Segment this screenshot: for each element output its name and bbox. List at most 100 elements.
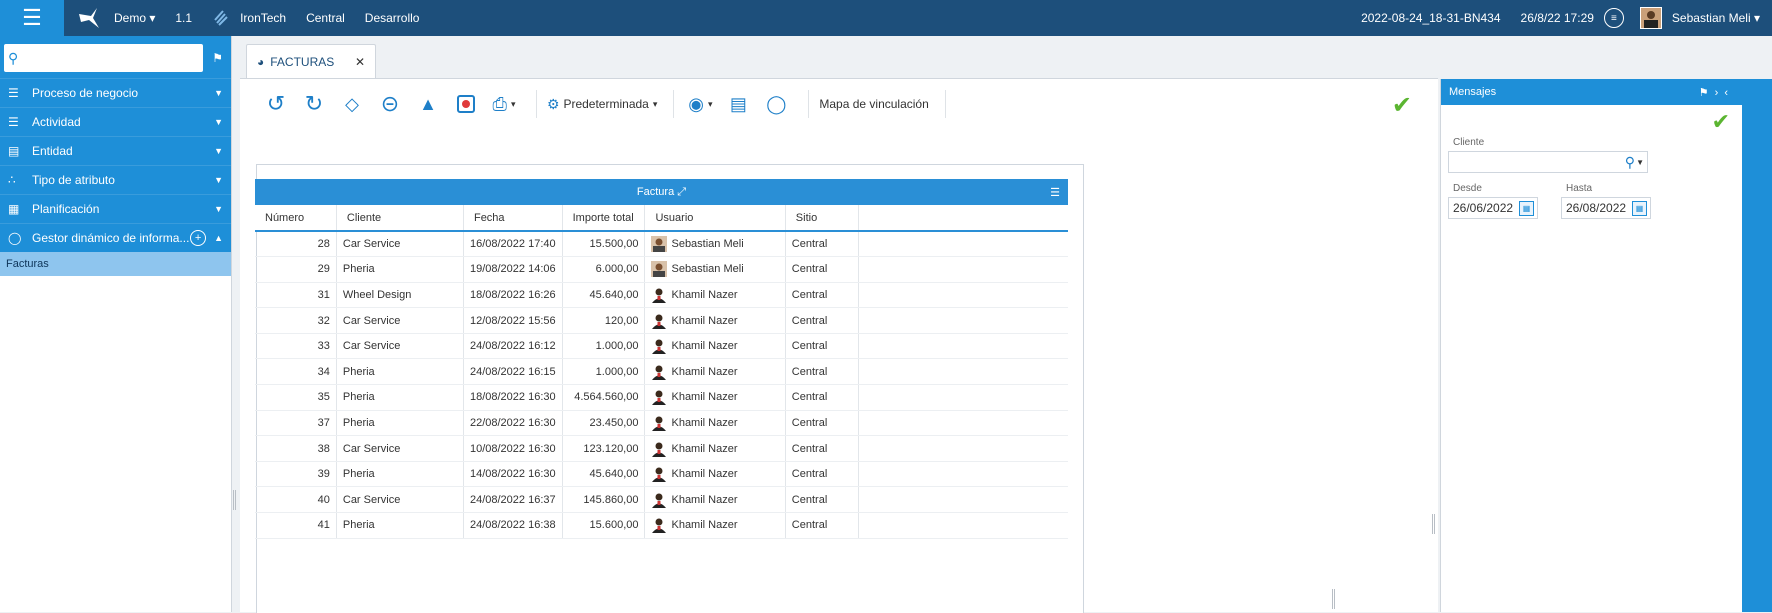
cell-cliente: Car Service — [336, 307, 464, 334]
cell-numero: 28 — [255, 231, 337, 258]
calendar-icon[interactable]: ▦ — [1519, 201, 1534, 216]
datetime-label: 26/8/22 17:29 — [1520, 11, 1594, 25]
chevron-up-icon: ▲ — [214, 233, 223, 243]
check-icon[interactable]: ✔ — [1712, 109, 1730, 135]
sidebar-subitem-facturas[interactable]: Facturas — [0, 252, 231, 276]
map-button[interactable]: Mapa de vinculación — [819, 88, 928, 120]
table-row[interactable]: 31 Wheel Design 18/08/2022 16:26 45.640,00 K… — [255, 282, 1068, 309]
table-row[interactable]: 33 Car Service 24/08/2022 16:12 1.000,00 Kha… — [255, 333, 1068, 360]
factura-table: Número Cliente Fecha Importe total Usuar… — [255, 205, 1068, 539]
col-usuario[interactable]: Usuario — [644, 205, 786, 232]
tab-label: FACTURAS — [270, 54, 335, 69]
cliente-field[interactable]: ⚲ ▼ — [1448, 151, 1648, 173]
user-avatar-icon — [651, 466, 667, 483]
design-button[interactable]: ▲ — [412, 88, 444, 120]
user-avatar-icon — [651, 492, 667, 508]
view-selector[interactable]: ⚙ Predeterminada ▾ — [547, 88, 657, 120]
col-cliente[interactable]: Cliente — [336, 205, 464, 232]
search-input[interactable]: ⚲ — [4, 44, 203, 72]
cell-numero: 29 — [255, 256, 337, 283]
build-label: 2022-08-24_18-31-BN434 — [1361, 11, 1501, 25]
eraser-button[interactable]: ◇ — [336, 88, 368, 120]
table-row[interactable]: 40 Car Service 24/08/2022 16:37 145.860,00 K… — [255, 486, 1068, 514]
table-row[interactable]: 41 Pheria 24/08/2022 16:38 15.600,00 Khamil … — [255, 512, 1068, 539]
add-icon[interactable]: + — [190, 230, 207, 246]
table-row[interactable]: 28 Car Service 16/08/2022 17:40 15.500,00 Se… — [255, 231, 1068, 258]
print-button[interactable]: ⎙ ▾ — [488, 88, 520, 120]
col-numero[interactable]: Número — [255, 205, 337, 232]
record-button[interactable] — [450, 88, 482, 120]
usuario-name: Khamil Nazer — [671, 519, 738, 532]
close-icon[interactable]: ✕ — [355, 55, 365, 69]
cell-numero: 37 — [255, 410, 337, 437]
sidebar-splitter[interactable] — [233, 490, 236, 510]
sidebar-item-actividad[interactable]: ☰ Actividad ▼ — [0, 107, 231, 136]
redo-button[interactable]: ↻ — [298, 88, 330, 120]
cell-numero: 40 — [255, 486, 337, 514]
filter-icon[interactable]: ☰ — [1050, 186, 1060, 199]
expand-icon[interactable]: ⤢ — [677, 186, 686, 199]
undo-button[interactable]: ↺ — [260, 88, 292, 120]
table-row[interactable]: 37 Pheria 22/08/2022 16:30 23.450,00 Khamil … — [255, 410, 1068, 437]
site-label[interactable]: Central — [306, 11, 345, 25]
user-menu[interactable]: Sebastian Meli ▾ — [1672, 11, 1760, 25]
col-importe[interactable]: Importe total — [562, 205, 646, 232]
table-row[interactable]: 32 Car Service 12/08/2022 15:56 120,00 Khami… — [255, 307, 1068, 334]
hasta-value: 26/08/2022 — [1566, 201, 1627, 215]
calendar-icon[interactable]: ▦ — [1632, 201, 1647, 216]
cell-sitio: Central — [785, 461, 860, 488]
pin-icon[interactable]: ⚑ — [203, 51, 223, 65]
sidebar-item-label: Proceso de negocio — [32, 86, 139, 100]
table-row[interactable]: 39 Pheria 14/08/2022 16:30 45.640,00 Khamil … — [255, 461, 1068, 488]
logo[interactable] — [64, 6, 114, 30]
user-avatar-icon — [651, 287, 667, 303]
pin-icon[interactable]: ⚑ — [1699, 87, 1715, 99]
chevron-right-icon[interactable]: › — [1715, 87, 1725, 99]
right-edge-bar — [1742, 79, 1772, 612]
sidebar-item-entidad[interactable]: ▤ Entidad ▼ — [0, 136, 231, 165]
remove-button[interactable]: ⊝ — [374, 88, 406, 120]
table-row[interactable]: 29 Pheria 19/08/2022 14:06 6.000,00 Sebastia… — [255, 256, 1068, 283]
content-splitter[interactable] — [1332, 589, 1335, 609]
chevron-down-icon: ▼ — [214, 88, 223, 98]
table-row[interactable]: 35 Pheria 18/08/2022 16:30 4.564.560,00 Kham… — [255, 384, 1068, 411]
chevron-down-icon[interactable]: ▼ — [1636, 158, 1644, 167]
top-bar: ☰ Demo ▾ 1.1 IronTech Central Desarrollo… — [0, 0, 1772, 36]
search-icon[interactable]: ⚲ — [1625, 154, 1635, 171]
cell-usuario: Khamil Nazer — [644, 282, 786, 309]
shield-button[interactable]: ◯ — [760, 88, 792, 120]
tab-facturas[interactable]: ◕ FACTURAS ✕ — [246, 44, 376, 78]
table-row[interactable]: 38 Car Service 10/08/2022 16:30 123.120,00 K… — [255, 435, 1068, 462]
user-avatar-icon — [651, 236, 668, 253]
chevron-left-icon[interactable]: ‹ — [1724, 87, 1734, 99]
report-button[interactable]: ▤ — [722, 88, 754, 120]
company-label[interactable]: IronTech — [240, 11, 286, 25]
cell-filler — [858, 410, 1068, 437]
sidebar-search: ⚲ ⚑ — [0, 36, 231, 78]
sidebar-item-proceso[interactable]: ☰ Proceso de negocio ▼ — [0, 78, 231, 107]
desde-field[interactable]: 26/06/2022 ▦ — [1448, 197, 1538, 219]
menu-icon[interactable]: ☰ — [0, 0, 64, 36]
col-sitio[interactable]: Sitio — [785, 205, 860, 232]
mode-label[interactable]: Desarrollo — [365, 11, 420, 25]
env-selector[interactable]: Demo ▾ — [114, 11, 155, 25]
sidebar-item-tipo-atributo[interactable]: ∴ Tipo de atributo ▼ — [0, 165, 231, 194]
col-fecha[interactable]: Fecha — [463, 205, 563, 232]
usuario-name: Khamil Nazer — [671, 416, 738, 429]
chat-icon[interactable]: ≡ — [1603, 8, 1624, 28]
table-row[interactable]: 34 Pheria 24/08/2022 16:15 1.000,00 Khamil N… — [255, 358, 1068, 386]
check-icon[interactable]: ✔ — [1392, 91, 1412, 120]
panel-splitter[interactable] — [1432, 514, 1435, 534]
cell-cliente: Wheel Design — [336, 282, 464, 309]
cell-filler — [858, 307, 1068, 334]
sidebar-item-planificacion[interactable]: ▦ Planificación ▼ — [0, 194, 231, 223]
user-avatar[interactable] — [1639, 7, 1662, 29]
cell-filler — [858, 256, 1068, 283]
cell-numero: 38 — [255, 435, 337, 462]
messages-header: Mensajes ⚑›‹ — [1441, 79, 1742, 105]
usuario-name: Khamil Nazer — [671, 493, 738, 506]
sidebar-item-gestor[interactable]: ◯ Gestor dinámico de informa... + ▲ — [0, 223, 231, 252]
hasta-field[interactable]: 26/08/2022 ▦ — [1561, 197, 1651, 219]
eye-button[interactable]: ◉ ▾ — [684, 88, 716, 120]
cell-filler — [858, 231, 1068, 258]
